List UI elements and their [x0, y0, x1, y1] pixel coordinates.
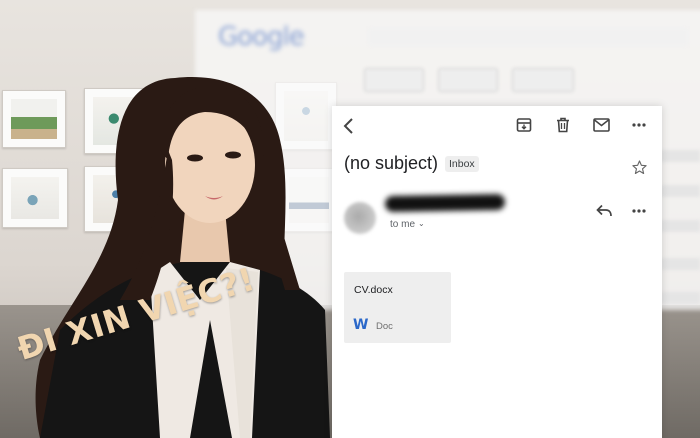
star-icon[interactable] — [631, 159, 648, 176]
attachment-file-type: Doc — [376, 321, 393, 332]
back-arrow-icon[interactable] — [342, 117, 356, 135]
inbox-label-badge[interactable]: Inbox — [445, 156, 479, 172]
word-doc-icon: W — [353, 317, 369, 333]
blurred-list-row — [660, 258, 700, 270]
blurred-button — [364, 68, 424, 92]
attachment-file-name: CV.docx — [354, 284, 393, 296]
blurred-search-bar — [368, 28, 688, 46]
person-photo — [35, 77, 330, 438]
chevron-down-icon: ⌄ — [418, 219, 425, 228]
mail-icon[interactable] — [593, 118, 610, 132]
email-view-card: (no subject) Inbox to me ⌄ CV.docx W Doc — [332, 106, 662, 438]
blurred-list-row — [660, 220, 700, 232]
trash-icon[interactable] — [556, 117, 570, 133]
reply-icon[interactable] — [596, 204, 612, 217]
email-subject: (no subject) — [344, 153, 439, 173]
archive-icon[interactable] — [516, 117, 532, 133]
recipient-line[interactable]: to me ⌄ — [390, 219, 425, 230]
more-icon[interactable] — [632, 209, 646, 213]
blurred-button — [512, 68, 574, 92]
recipient-text: to me — [390, 219, 416, 230]
attachment-card[interactable]: CV.docx W Doc — [344, 272, 451, 343]
blurred-list-row — [660, 150, 700, 162]
sender-name-redacted — [384, 193, 506, 213]
blurred-button — [438, 68, 498, 92]
more-icon[interactable] — [632, 123, 646, 127]
blurred-list-row — [660, 292, 700, 304]
blurred-list-row — [660, 185, 700, 197]
sender-avatar[interactable] — [344, 202, 376, 234]
